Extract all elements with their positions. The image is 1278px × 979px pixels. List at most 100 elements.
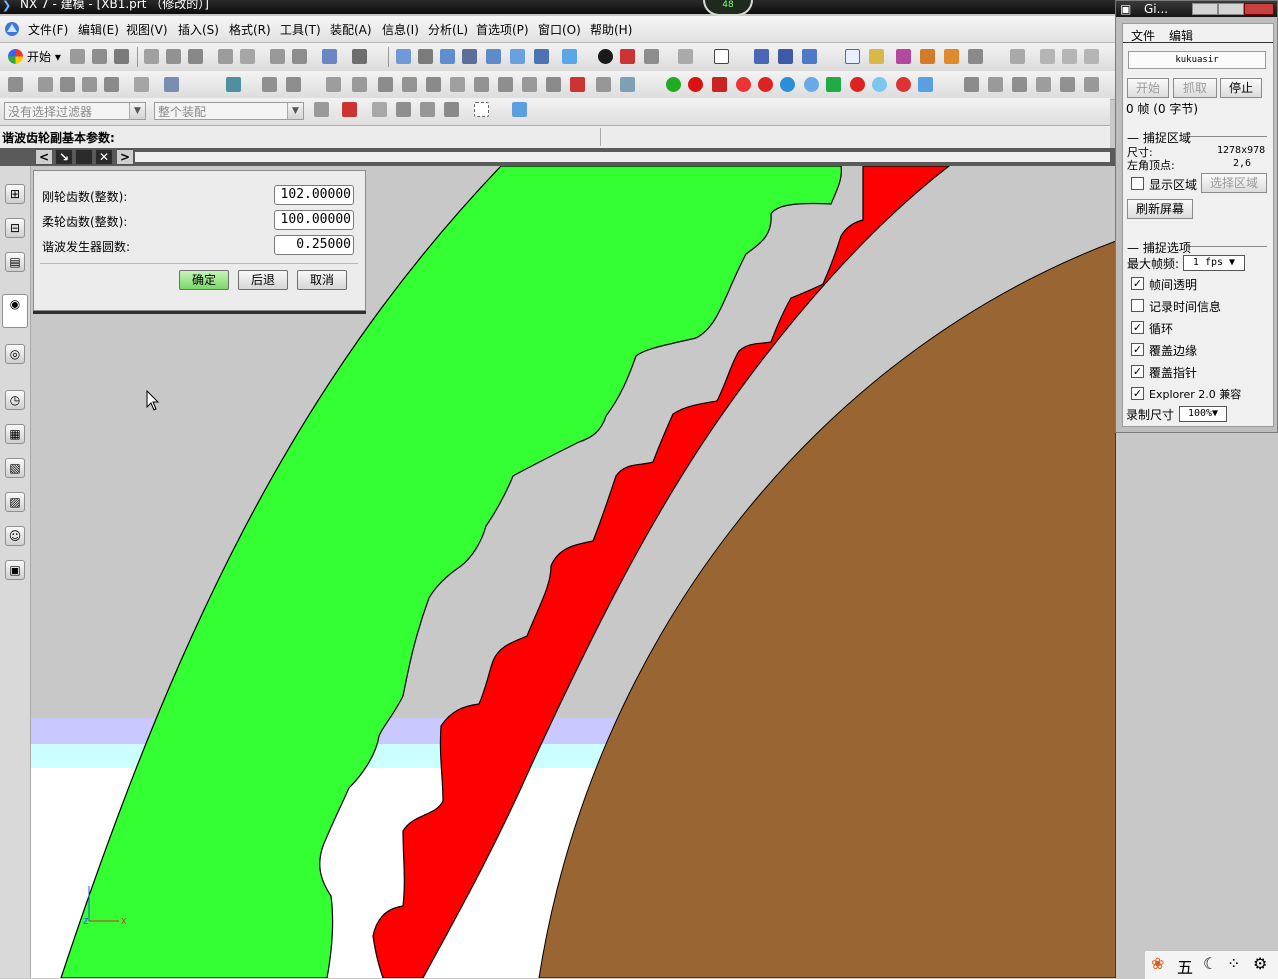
split-body-icon[interactable] [498, 77, 513, 92]
assembly-navigator-icon[interactable] [869, 49, 884, 64]
history-tab-icon[interactable]: ◎ [5, 344, 25, 364]
recorder-stop-button[interactable]: 停止 [1220, 78, 1262, 98]
select-area-button[interactable]: 选择区域 [1201, 173, 1267, 193]
sketch-icon[interactable] [968, 49, 983, 64]
option-checkbox-2[interactable]: ✓ [1131, 321, 1144, 334]
menu-tools[interactable]: 工具(T) [280, 21, 321, 38]
nav-forward-icon[interactable]: > [116, 149, 134, 165]
save-icon[interactable] [114, 49, 129, 64]
sweep-icon[interactable] [82, 77, 97, 92]
fit-view-icon[interactable] [396, 49, 411, 64]
start-button[interactable]: 开始 ▾ [8, 48, 61, 65]
process-studio-tab-icon[interactable]: ▨ [5, 492, 25, 512]
record-size-select[interactable]: 100%▼ [1179, 406, 1227, 422]
moon-icon[interactable]: ☾ [1203, 954, 1217, 973]
thicken-icon[interactable] [546, 77, 561, 92]
feature-icon-1[interactable] [1040, 49, 1055, 64]
paste-icon[interactable] [188, 49, 203, 64]
curve-icon[interactable] [1010, 49, 1025, 64]
gear-tool-green-icon[interactable] [666, 77, 681, 92]
delete-icon[interactable] [292, 49, 307, 64]
clock-icon[interactable]: ◷ [5, 390, 25, 410]
datum-plane-icon[interactable] [226, 77, 241, 92]
select-face-icon[interactable] [396, 102, 411, 117]
menu-file[interactable]: 文件(F) [28, 21, 68, 38]
selection-filter-dropdown[interactable]: 没有选择过滤器 ▼ [4, 102, 146, 120]
select-edge-icon[interactable] [420, 102, 435, 117]
offset-face-icon[interactable] [522, 77, 537, 92]
helical-gear-icon[interactable] [736, 77, 751, 92]
wcs-icon[interactable] [754, 49, 769, 64]
edit-feature-icon[interactable] [570, 77, 585, 92]
shell-icon[interactable] [378, 77, 393, 92]
pan-icon[interactable] [486, 49, 501, 64]
menu-help[interactable]: 帮助(H) [590, 21, 632, 38]
menu-view[interactable]: 视图(V) [126, 21, 168, 38]
system-materials-tab-icon[interactable]: ▦ [5, 424, 25, 444]
snap-point-icon[interactable] [845, 49, 860, 64]
mirror-icon[interactable] [450, 77, 465, 92]
unite-icon[interactable] [262, 77, 277, 92]
tube-icon[interactable] [104, 77, 119, 92]
shaded-icon[interactable] [598, 49, 613, 64]
menu-format[interactable]: 格式(R) [229, 21, 271, 38]
menu-preferences[interactable]: 首选项(P) [476, 21, 529, 38]
paw-icon[interactable]: ❀ [1151, 954, 1164, 973]
menu-analysis[interactable]: 分析(L) [428, 21, 468, 38]
select-icon[interactable] [322, 49, 337, 64]
web-browser-tab-icon[interactable]: ◉ [2, 294, 28, 328]
select-feature-icon[interactable] [372, 102, 387, 117]
roles-tab-icon[interactable]: ☺ [5, 526, 25, 546]
constraint-navigator-tab-icon[interactable]: ⊟ [5, 218, 25, 238]
spur-gear-icon[interactable] [850, 77, 865, 92]
ime-mode-label[interactable]: 五 [1177, 954, 1193, 978]
option-checkbox-0[interactable]: ✓ [1131, 277, 1144, 290]
rectangle-select-icon[interactable] [474, 102, 489, 117]
measure-distance-icon[interactable] [920, 49, 935, 64]
surface-icon-4[interactable] [1036, 77, 1051, 92]
worm-gear-icon[interactable] [826, 77, 841, 92]
minimize-button[interactable] [1192, 3, 1218, 15]
hole-icon[interactable] [134, 77, 149, 92]
surface-icon-6[interactable] [1084, 77, 1099, 92]
rendering-style-icon[interactable] [562, 49, 577, 64]
chamfer-icon[interactable] [352, 77, 367, 92]
zoom-icon[interactable] [418, 49, 433, 64]
pattern-icon[interactable] [426, 77, 441, 92]
subtract-icon[interactable] [286, 77, 301, 92]
select-body-icon[interactable] [444, 102, 459, 117]
option-checkbox-1[interactable] [1131, 299, 1144, 312]
menu-information[interactable]: 信息(I) [382, 21, 419, 38]
harmonic-gear-icon[interactable] [896, 77, 911, 92]
gear-report-icon[interactable] [918, 77, 933, 92]
option-checkbox-4[interactable]: ✓ [1131, 365, 1144, 378]
zoom-in-out-icon[interactable] [462, 49, 477, 64]
wave-generator-input[interactable]: 0.25000 [274, 235, 354, 255]
refresh-screen-button[interactable]: 刷新屏幕 [1127, 199, 1193, 219]
back-button[interactable]: 后退 [238, 270, 288, 290]
cylinder-gear-icon[interactable] [712, 77, 727, 92]
wcs-rotate-icon[interactable] [802, 49, 817, 64]
measure-angle-icon[interactable] [944, 49, 959, 64]
analysis-icon[interactable] [896, 49, 911, 64]
redo-icon[interactable] [240, 49, 255, 64]
assembly-navigator-tab-icon[interactable]: ⊞ [5, 184, 25, 204]
palette-tab-icon[interactable]: ▧ [5, 458, 25, 478]
menu-insert[interactable]: 插入(S) [178, 21, 219, 38]
flexspline-teeth-input[interactable]: 100.00000 [274, 210, 354, 230]
select-all-icon[interactable] [512, 102, 527, 117]
surface-icon-3[interactable] [1012, 77, 1027, 92]
feature-play-icon[interactable] [596, 77, 611, 92]
orient-view-icon[interactable] [644, 49, 659, 64]
cut-icon[interactable] [144, 49, 159, 64]
cancel-button[interactable]: 取消 [297, 270, 347, 290]
sketch-toolbar-icon[interactable] [8, 77, 23, 92]
recorder-grab-button[interactable]: 抓取 [1173, 78, 1217, 98]
gear-icon[interactable]: ⚙ [1253, 954, 1267, 973]
bevel-gear-icon[interactable] [758, 77, 773, 92]
copy-icon[interactable] [166, 49, 181, 64]
new-file-icon[interactable] [70, 49, 85, 64]
gear-outline-icon[interactable] [872, 77, 887, 92]
feature-icon-2[interactable] [1062, 49, 1077, 64]
draft-icon[interactable] [402, 77, 417, 92]
